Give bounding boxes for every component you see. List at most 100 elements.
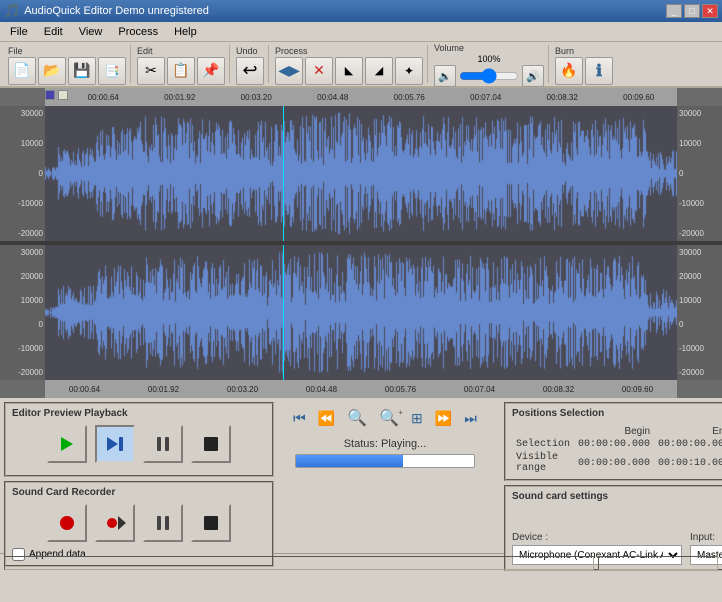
ruler-mark-5: 00:05.76 (394, 93, 425, 102)
channel-2-wrapper[interactable]: 30000 20000 10000 0 -10000 -20000 30000 … (0, 245, 722, 380)
waveform-area[interactable]: 00:00.64 00:01.92 00:03.20 00:04.48 00:0… (0, 88, 722, 398)
volume-slider[interactable] (459, 69, 519, 83)
menu-help[interactable]: Help (166, 24, 205, 40)
rec-stop-button[interactable] (191, 504, 231, 542)
toolbar-file-label: File (8, 46, 23, 56)
ruler-mark-7: 00:08.32 (547, 93, 578, 102)
minimize-button[interactable]: _ (666, 4, 682, 18)
toolbar-process-group: Process ◀▶ ✕ ◣ ◢ ✦ (275, 44, 423, 85)
app-icon: 🎵 (4, 3, 20, 19)
ch2-ylabel-10k: 10000 (2, 296, 43, 305)
ch2-ylabel-n20k: -20000 (2, 368, 43, 377)
positions-selection-label: Selection (512, 438, 574, 451)
ruler-mark-2: 00:01.92 (164, 93, 195, 102)
toolbar-volume-label: Volume (434, 43, 464, 53)
toolbar-cut-button[interactable]: ✂ (137, 57, 165, 85)
positions-col-end: End (654, 425, 722, 438)
positions-panel-title: Positions Selection (512, 408, 716, 419)
titlebar-left: 🎵 AudioQuick Editor Demo unregistered (4, 3, 209, 19)
toolbar-volume-group: Volume 100% 🔈 🔊 (434, 41, 544, 87)
rewind-to-start-button[interactable]: ⏮ (289, 408, 310, 429)
toolbar-volume-down[interactable]: 🔈 (434, 65, 456, 87)
toolbar-delete-button[interactable]: ✕ (305, 57, 333, 85)
menubar: File Edit View Process Help (0, 22, 722, 42)
zoom-in-button[interactable]: 🔍+ (375, 406, 403, 430)
positions-row-selection: Selection 00:00:00.000 00:00:00.000 (512, 438, 722, 451)
maximize-button[interactable]: □ (684, 4, 700, 18)
titlebar-buttons[interactable]: _ □ ✕ (666, 4, 718, 18)
ch1-rlabel-n10k: -10000 (679, 199, 720, 208)
bottom-ruler-mark-3: 00:03.20 (227, 385, 258, 394)
menu-edit[interactable]: Edit (36, 24, 71, 40)
record-button[interactable] (47, 504, 87, 542)
ch2-ylabel-20k: 20000 (2, 272, 43, 281)
toolbar-copy-button[interactable]: 📋 (167, 57, 195, 85)
toolbar-info-button[interactable]: ℹ (585, 57, 613, 85)
next-button[interactable]: ⏩ (431, 408, 456, 429)
toolbar-process-label: Process (275, 46, 308, 56)
statusbar-seg1 (4, 556, 594, 570)
editor-panel-title: Editor Preview Playback (12, 408, 266, 419)
toolbar-burn-button[interactable]: 🔥 (555, 57, 583, 85)
toolbar-undo-button[interactable]: ↩ (236, 57, 264, 85)
bottom-ruler-mark-4: 00:04.48 (306, 385, 337, 394)
close-button[interactable]: ✕ (702, 4, 718, 18)
positions-row-visible: Visible range 00:00:00.000 00:00:10.000 (512, 451, 722, 475)
zoom-out-button[interactable]: 🔍 (343, 406, 371, 430)
recorder-panel-title: Sound Card Recorder (12, 487, 266, 498)
status-text: Status: Playing... (344, 438, 427, 450)
pause-button[interactable] (143, 425, 183, 463)
toolbar-paste-button[interactable]: 📌 (197, 57, 225, 85)
recorder-controls (12, 504, 266, 542)
channel-2-canvas[interactable] (45, 245, 677, 380)
positions-visible-begin: 00:00:00.000 (574, 451, 654, 475)
channel-1-wrapper[interactable]: 30000 10000 0 -10000 -20000 30000 10000 … (0, 106, 722, 241)
ch2-rlabel-30k: 30000 (679, 248, 720, 257)
center-controls: ⏮ ⏪ 🔍 🔍+ ⊞ ⏩ ⏭ Status: Playing... (270, 398, 500, 553)
prev-button[interactable]: ⏪ (314, 408, 339, 429)
bottom-ruler-mark-1: 00:00.64 (69, 385, 100, 394)
zoom-fit-button[interactable]: ⊞ (407, 408, 427, 429)
toolbar-open-button[interactable]: 📂 (38, 57, 66, 85)
toolbar-process1-button[interactable]: ◀▶ (275, 57, 303, 85)
toolbar-process-section: Process ◀▶ ✕ ◣ ◢ ✦ (271, 45, 428, 83)
ch2-rlabel-n20k: -20000 (679, 368, 720, 377)
positions-table: Begin End Selection 00:00:00.000 00:00:0… (512, 425, 722, 475)
bottom-ruler-mark-8: 00:09.60 (622, 385, 653, 394)
bottom-ruler: 00:00.64 00:01.92 00:03.20 00:04.48 00:0… (45, 380, 677, 398)
bottom-ruler-mark-5: 00:05.76 (385, 385, 416, 394)
stop-button[interactable] (191, 425, 231, 463)
rec-pause-button[interactable] (143, 504, 183, 542)
positions-selection-end: 00:00:00.000 (654, 438, 722, 451)
toolbar-burn-buttons: 🔥 ℹ (555, 57, 613, 85)
play-button[interactable] (47, 425, 87, 463)
toolbar-effect-button[interactable]: ✦ (395, 57, 423, 85)
toolbar-new-button[interactable]: 📄 (8, 57, 36, 85)
bottom-ruler-mark-7: 00:08.32 (543, 385, 574, 394)
menu-file[interactable]: File (2, 24, 36, 40)
channel-1-canvas[interactable] (45, 106, 677, 241)
ch1-rlabel-0: 0 (679, 169, 720, 178)
ch2-rlabel-20k: 20000 (679, 272, 720, 281)
menu-view[interactable]: View (71, 24, 111, 40)
rec-loop-button[interactable] (95, 504, 135, 542)
toolbar: File 📄 📂 💾 📑 Edit ✂ 📋 📌 Undo ↩ (0, 42, 722, 88)
statusbar (0, 553, 722, 571)
toolbar-save-button[interactable]: 💾 (68, 57, 96, 85)
toolbar-burn-label: Burn (555, 46, 574, 56)
ch1-ylabel-0: 0 (2, 169, 43, 178)
ruler-mark-3: 00:03.20 (241, 93, 272, 102)
toolbar-fadein-button[interactable]: ◢ (365, 57, 393, 85)
progress-bar (295, 454, 475, 468)
app-title: AudioQuick Editor Demo unregistered (24, 5, 209, 17)
toolbar-process-buttons: ◀▶ ✕ ◣ ◢ ✦ (275, 57, 423, 85)
toolbar-fade-button[interactable]: ◣ (335, 57, 363, 85)
playback-controls (12, 425, 266, 463)
menu-process[interactable]: Process (110, 24, 166, 40)
ch2-ylabel-0: 0 (2, 320, 43, 329)
loop-play-button[interactable] (95, 425, 135, 463)
end-button[interactable]: ⏭ (460, 408, 481, 429)
timeline-ruler: 00:00.64 00:01.92 00:03.20 00:04.48 00:0… (45, 88, 677, 106)
toolbar-saveas-button[interactable]: 📑 (98, 57, 126, 85)
toolbar-volume-up[interactable]: 🔊 (522, 65, 544, 87)
